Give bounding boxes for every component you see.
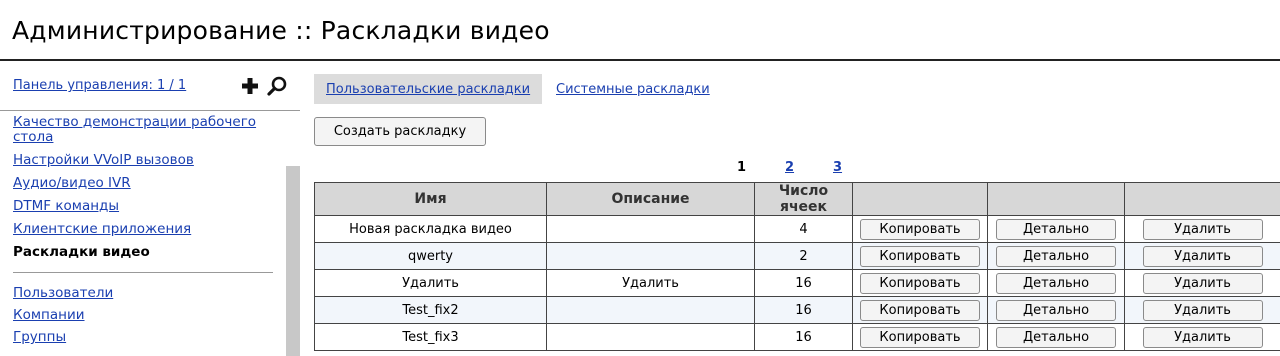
copy-button[interactable]: Копировать (860, 300, 980, 321)
create-layout-button[interactable]: Создать раскладку (314, 117, 486, 146)
cell-action: Детально (988, 270, 1125, 297)
header-delete (1125, 183, 1280, 216)
sidebar-nav: Качество демонстрации рабочего стола Наст… (13, 115, 278, 268)
cell-action: Копировать (853, 216, 988, 243)
cell-count: 2 (755, 243, 853, 270)
copy-button[interactable]: Копировать (860, 273, 980, 294)
header-description: Описание (547, 183, 755, 216)
cell-action: Удалить (1125, 243, 1280, 270)
cell-count: 16 (755, 297, 853, 324)
delete-button[interactable]: Удалить (1143, 300, 1263, 321)
tab-user-layouts[interactable]: Пользовательские раскладки (314, 74, 542, 104)
cell-action: Детально (988, 243, 1125, 270)
table-row: Test_fix2 16 Копировать Детально Удалить (315, 297, 1280, 324)
table-row: УдалитьУдалить16КопироватьДетальноУдалит… (315, 270, 1280, 297)
sidebar-item[interactable]: Компании (13, 308, 278, 323)
cell-description: Удалить (547, 270, 755, 297)
details-button[interactable]: Детально (996, 300, 1116, 321)
copy-button[interactable]: Копировать (860, 219, 980, 240)
page-title: Администрирование :: Раскладки видео (12, 16, 550, 45)
tab-system-layouts[interactable]: Системные раскладки (544, 74, 722, 104)
sidebar-separator (13, 272, 273, 273)
copy-button[interactable]: Копировать (860, 246, 980, 267)
sidebar-item[interactable]: Пользователи (13, 286, 278, 301)
cell-name: Удалить (315, 270, 547, 297)
details-button[interactable]: Детально (996, 327, 1116, 348)
details-button[interactable]: Детально (996, 219, 1116, 240)
details-button[interactable]: Детально (996, 273, 1116, 294)
cell-action: Детально (988, 297, 1125, 324)
plus-icon[interactable] (240, 76, 260, 96)
sidebar: Панель управления: 1 / 1 Качество демонс… (0, 62, 300, 354)
cell-action: Удалить (1125, 297, 1280, 324)
title-divider (0, 59, 1280, 61)
header-cell-count: Число ячеек (755, 183, 853, 216)
copy-button[interactable]: Копировать (860, 327, 980, 348)
sidebar-item[interactable]: DTMF команды (13, 199, 278, 214)
cell-action: Удалить (1125, 270, 1280, 297)
search-icon[interactable] (266, 75, 288, 97)
header-name: Имя (315, 183, 547, 216)
control-panel-row: Панель управления: 1 / 1 (13, 72, 288, 100)
cell-name: Test_fix3 (315, 324, 547, 351)
cell-action: Копировать (853, 297, 988, 324)
cell-count: 16 (755, 270, 853, 297)
sidebar-nav-secondary: Пользователи Компании Группы (13, 286, 278, 352)
pager-current: 1 (737, 160, 746, 175)
pager-page-3[interactable]: 3 (833, 160, 842, 175)
table-row: qwerty 2 Копировать Детально Удалить (315, 243, 1280, 270)
cell-count: 16 (755, 324, 853, 351)
delete-button[interactable]: Удалить (1143, 219, 1263, 240)
cell-action: Детально (988, 216, 1125, 243)
cell-name: Новая раскладка видео (315, 216, 547, 243)
sidebar-item[interactable]: Качество демонстрации рабочего стола (13, 115, 278, 145)
sidebar-item[interactable]: Аудио/видео IVR (13, 176, 278, 191)
header-copy (853, 183, 988, 216)
cell-action: Удалить (1125, 324, 1280, 351)
table-row: Новая раскладка видео 4 Копировать Детально… (315, 216, 1280, 243)
cell-name: Test_fix2 (315, 297, 547, 324)
cell-action: Детально (988, 324, 1125, 351)
cell-action: Копировать (853, 270, 988, 297)
cell-action: Копировать (853, 324, 988, 351)
header-details (988, 183, 1125, 216)
cell-count: 4 (755, 216, 853, 243)
sidebar-item[interactable]: Группы (13, 330, 278, 345)
cell-description (547, 243, 755, 270)
table-header-row: Имя Описание Число ячеек (315, 183, 1280, 216)
delete-button[interactable]: Удалить (1143, 273, 1263, 294)
cell-action: Удалить (1125, 216, 1280, 243)
details-button[interactable]: Детально (996, 246, 1116, 267)
pager-page-2[interactable]: 2 (785, 160, 794, 175)
sidebar-item[interactable]: Раскладки видео (13, 245, 278, 260)
cell-action: Копировать (853, 243, 988, 270)
sidebar-scrollbar[interactable] (286, 166, 300, 356)
sidebar-item[interactable]: Клиентские приложения (13, 222, 278, 237)
delete-button[interactable]: Удалить (1143, 327, 1263, 348)
cell-description (547, 324, 755, 351)
sidebar-divider (0, 110, 300, 111)
cell-description (547, 216, 755, 243)
sidebar-item[interactable]: Настройки VVoIP вызовов (13, 153, 278, 168)
layouts-table: Имя Описание Число ячеек Новая раскладка… (314, 182, 1280, 351)
table-row: Test_fix3 16 Копировать Детально Удалить (315, 324, 1280, 351)
cell-name: qwerty (315, 243, 547, 270)
control-panel-link[interactable]: Панель управления: 1 / 1 (13, 78, 186, 93)
delete-button[interactable]: Удалить (1143, 246, 1263, 267)
cell-description (547, 297, 755, 324)
